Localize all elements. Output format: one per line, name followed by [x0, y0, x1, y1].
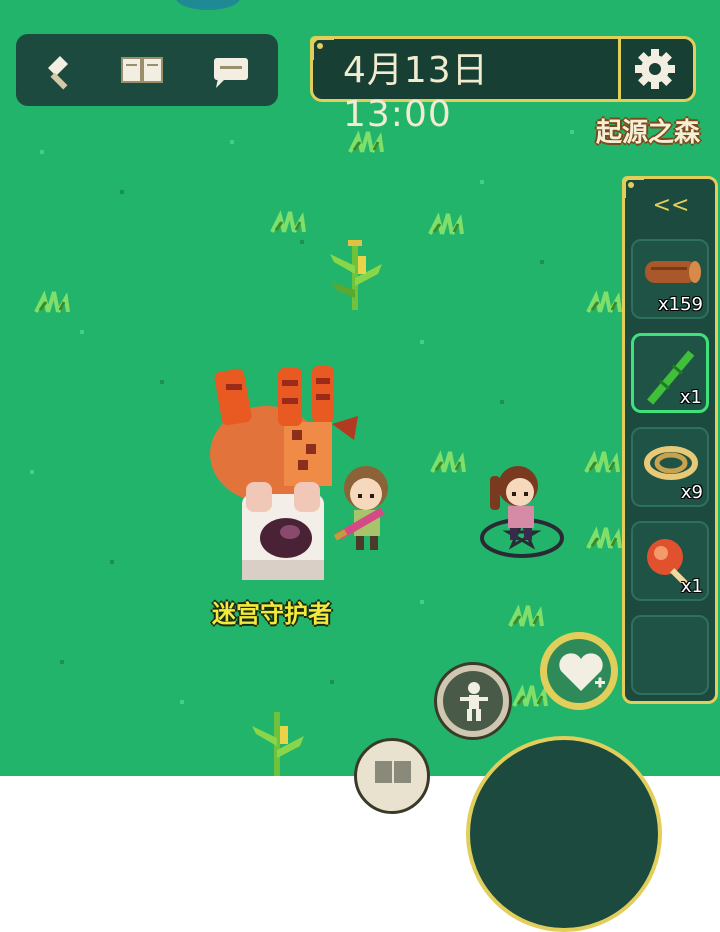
grass-speck — [300, 240, 304, 244]
corner-ornament-icon — [622, 176, 644, 198]
item-quantity: x1 — [679, 387, 702, 408]
inventory-slot-bamboo[interactable]: x1 — [631, 333, 709, 413]
grass-speck — [540, 260, 544, 264]
collapse-inventory-button[interactable]: << — [651, 193, 691, 223]
journal-button[interactable] — [118, 48, 166, 92]
npc-girl-on-magic-circle[interactable] — [478, 462, 568, 566]
date-time-panel: 4月13日 13:00 — [310, 36, 696, 135]
grass-speck — [40, 150, 44, 154]
hammer-icon — [48, 56, 68, 90]
weed-tuft — [428, 212, 464, 235]
quick-inventory-panel: << x159 x1 x9 x1 — [622, 176, 718, 704]
water-edge — [176, 0, 240, 10]
settings-button[interactable] — [618, 39, 693, 99]
chat-icon — [214, 58, 248, 88]
main-toolbar — [16, 34, 278, 106]
date-time-readout: 4月13日 13:00 — [343, 49, 633, 135]
time-label: 13:00 — [343, 94, 452, 135]
chat-button[interactable] — [206, 48, 254, 92]
person-icon — [460, 682, 488, 721]
grass-speck — [330, 680, 334, 684]
grass-speck — [480, 180, 484, 184]
build-button[interactable] — [34, 48, 82, 92]
inventory-slot-meat[interactable]: x1 — [631, 521, 709, 601]
weed-tuft — [34, 290, 70, 313]
weed-tuft — [270, 210, 306, 233]
npc-name-label: 迷宫守护者 — [212, 600, 332, 628]
gear-icon — [635, 49, 675, 89]
weed-tuft — [584, 450, 620, 473]
grass-speck — [110, 560, 114, 564]
weed-tuft — [586, 290, 622, 313]
corner-ornament-icon — [310, 36, 334, 60]
corn-plant — [252, 712, 304, 776]
joystick-pad[interactable] — [466, 736, 662, 932]
item-quantity: x159 — [657, 294, 703, 315]
grass-speck — [80, 330, 84, 334]
grass-speck — [420, 340, 424, 344]
grass-speck — [30, 470, 34, 474]
date-label: 4月13日 — [343, 50, 489, 91]
inventory-slot-wood[interactable]: x159 — [631, 239, 709, 319]
weed-tuft — [430, 450, 466, 473]
book-icon — [375, 761, 411, 783]
grass-speck — [570, 130, 574, 134]
grass-speck — [500, 400, 504, 404]
item-quantity: x9 — [680, 482, 703, 503]
location-name: 起源之森 — [595, 118, 700, 148]
grass-speck — [160, 380, 164, 384]
heart-plus-icon — [559, 653, 605, 691]
grass-speck — [60, 660, 64, 664]
grass-speck — [120, 190, 124, 194]
book-icon — [121, 57, 163, 83]
grass-speck — [230, 140, 234, 144]
favorite-button[interactable] — [540, 632, 618, 710]
grass-speck — [180, 700, 184, 704]
weed-tuft — [508, 604, 544, 627]
weed-tuft — [586, 526, 622, 549]
player-character[interactable] — [330, 464, 400, 554]
wood-log-icon — [645, 261, 701, 283]
character-button[interactable] — [434, 662, 512, 740]
journal-shortcut-button[interactable] — [354, 738, 430, 814]
corn-plant — [330, 240, 382, 310]
grass-speck — [420, 600, 424, 604]
item-quantity: x1 — [680, 576, 703, 597]
inventory-slot-rope[interactable]: x9 — [631, 427, 709, 507]
inventory-slot-empty[interactable] — [631, 615, 709, 695]
